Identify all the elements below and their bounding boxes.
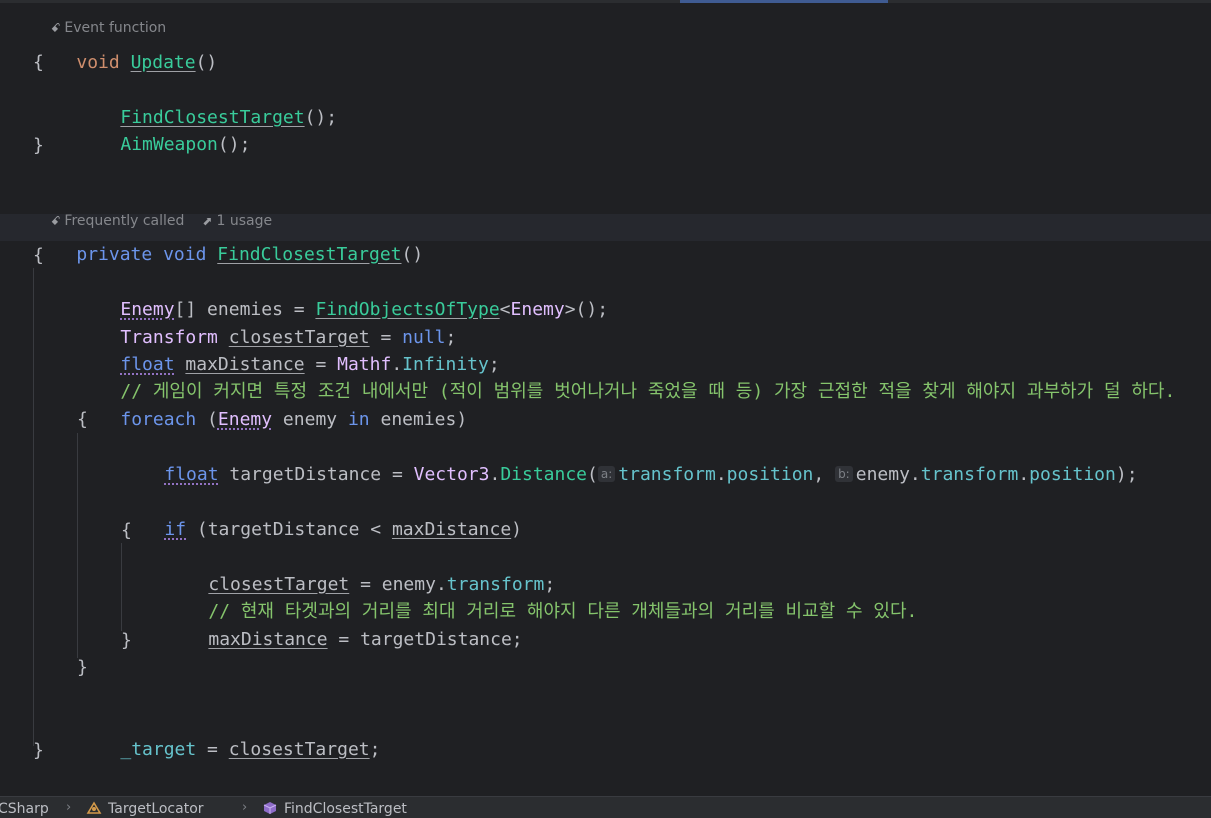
code-vision-hint: ꗃ Frequently called ⬈ 1 usage <box>33 191 272 229</box>
punctuation: () <box>401 244 424 265</box>
editor-top-border <box>0 0 1211 3</box>
punctuation: , <box>813 464 836 485</box>
code-line[interactable]: } <box>33 132 44 159</box>
breadcrumb-project[interactable]: CSharp <box>0 801 49 817</box>
keyword: void <box>163 244 207 265</box>
punctuation: { <box>121 520 132 541</box>
field[interactable]: _target <box>120 739 196 760</box>
punctuation: . <box>489 464 501 485</box>
method-name[interactable]: Update <box>131 52 196 73</box>
code-line[interactable]: _target = closestTarget; <box>77 709 380 760</box>
code-line[interactable]: { <box>33 242 44 269</box>
keyword: void <box>76 52 120 73</box>
variable[interactable]: maxDistance <box>392 519 511 540</box>
chevron-right-icon: › <box>242 800 248 815</box>
keyword: in <box>347 409 370 430</box>
punctuation: } <box>77 657 88 678</box>
code-line[interactable]: } <box>33 737 44 764</box>
keyword: foreach <box>120 409 197 430</box>
punctuation: (); <box>304 107 338 128</box>
horizontal-scrollbar-thumb[interactable] <box>680 0 888 3</box>
code-line[interactable]: } <box>77 654 88 681</box>
code-line[interactable]: } <box>121 627 132 654</box>
method-name[interactable]: FindClosestTarget <box>217 244 401 265</box>
punctuation: ( <box>587 464 598 485</box>
punctuation: { <box>33 245 44 266</box>
code-line[interactable]: float targetDistance = Vector3.Distance(… <box>121 434 1137 485</box>
breadcrumb-class-label: TargetLocator <box>108 801 204 817</box>
method-icon <box>263 802 277 814</box>
code-line[interactable]: { <box>77 406 88 433</box>
punctuation: < <box>499 299 511 320</box>
code-text: = targetDistance; <box>327 629 523 650</box>
keyword: float <box>164 464 219 485</box>
variable: enemy. <box>855 464 921 485</box>
punctuation: ; <box>369 739 381 760</box>
keyword: if <box>164 519 187 540</box>
property[interactable]: position <box>1029 464 1116 485</box>
punctuation: () <box>195 52 218 73</box>
punctuation: } <box>33 740 44 761</box>
breadcrumb-method-label: FindClosestTarget <box>284 801 407 817</box>
code-line[interactable]: Transform closestTarget = null; <box>77 297 456 348</box>
code-line[interactable]: { <box>121 517 132 544</box>
indent-guide <box>33 268 34 746</box>
punctuation: (); <box>217 134 251 155</box>
type-name[interactable]: Vector3 <box>414 464 490 485</box>
chevron-right-icon: › <box>66 800 72 815</box>
punctuation: } <box>121 630 132 651</box>
punctuation: { <box>77 409 88 430</box>
code-line[interactable]: closestTarget = enemy.transform; <box>165 544 555 595</box>
punctuation: ( <box>196 409 218 430</box>
class-icon <box>86 801 102 814</box>
code-line[interactable]: foreach (Enemy enemy in enemies) <box>77 379 467 430</box>
property[interactable]: transform <box>921 464 1019 485</box>
code-comment[interactable]: // 게임이 커지면 특정 조건 내에서만 (적이 범위를 벗어나거나 죽었을 … <box>77 351 1175 402</box>
code-text: enemies) <box>369 409 468 430</box>
breadcrumb: CSharp › TargetLocator › FindClosestTarg… <box>0 796 1211 818</box>
parameter-hint-b: b: <box>835 466 853 482</box>
variable[interactable]: maxDistance <box>208 629 327 650</box>
parameter-hint-a: a: <box>597 466 616 482</box>
variable[interactable]: closestTarget <box>229 739 370 760</box>
type-name[interactable]: Enemy <box>218 409 272 430</box>
code-line[interactable]: private void FindClosestTarget() <box>33 214 423 265</box>
code-line[interactable]: { <box>33 49 44 76</box>
code-vision-hint: ꗃ Event function <box>33 0 166 36</box>
method-call[interactable]: AimWeapon <box>120 134 218 155</box>
operator: = <box>196 739 229 760</box>
punctuation: } <box>33 135 44 156</box>
breadcrumb-class[interactable]: TargetLocator <box>86 801 204 817</box>
code-line[interactable]: float maxDistance = Mathf.Infinity; <box>77 324 499 375</box>
code-line[interactable]: FindClosestTarget(); <box>77 77 337 128</box>
code-text: (targetDistance < <box>186 519 392 540</box>
code-line[interactable]: AimWeapon(); <box>77 104 250 155</box>
punctuation: ); <box>1115 464 1138 485</box>
punctuation: . <box>715 464 727 485</box>
method-call[interactable]: Distance <box>500 464 587 485</box>
punctuation: . <box>1018 464 1030 485</box>
code-editor[interactable]: ꗃ Event function void Update() { FindClos… <box>0 0 1211 796</box>
code-line[interactable]: Enemy[] enemies = FindObjectsOfType<Enem… <box>77 269 608 320</box>
punctuation: { <box>33 52 44 73</box>
indent-guide <box>77 433 78 658</box>
code-line[interactable]: void Update() <box>33 22 217 73</box>
type-name[interactable]: Enemy <box>511 299 565 320</box>
code-comment[interactable]: // 현재 타겟과의 거리를 최대 거리로 해야지 다른 개체들과의 거리를 비… <box>165 571 917 622</box>
punctuation: >(); <box>564 299 609 320</box>
code-line[interactable]: maxDistance = targetDistance; <box>165 599 522 650</box>
code-line[interactable]: if (targetDistance < maxDistance) <box>121 489 522 540</box>
property[interactable]: transform <box>618 464 716 485</box>
breadcrumb-method[interactable]: FindClosestTarget <box>262 801 407 817</box>
code-text: targetDistance = <box>218 464 414 485</box>
property[interactable]: position <box>727 464 814 485</box>
punctuation: ) <box>511 519 523 540</box>
variable: enemy <box>272 409 348 430</box>
keyword: private <box>76 244 153 265</box>
